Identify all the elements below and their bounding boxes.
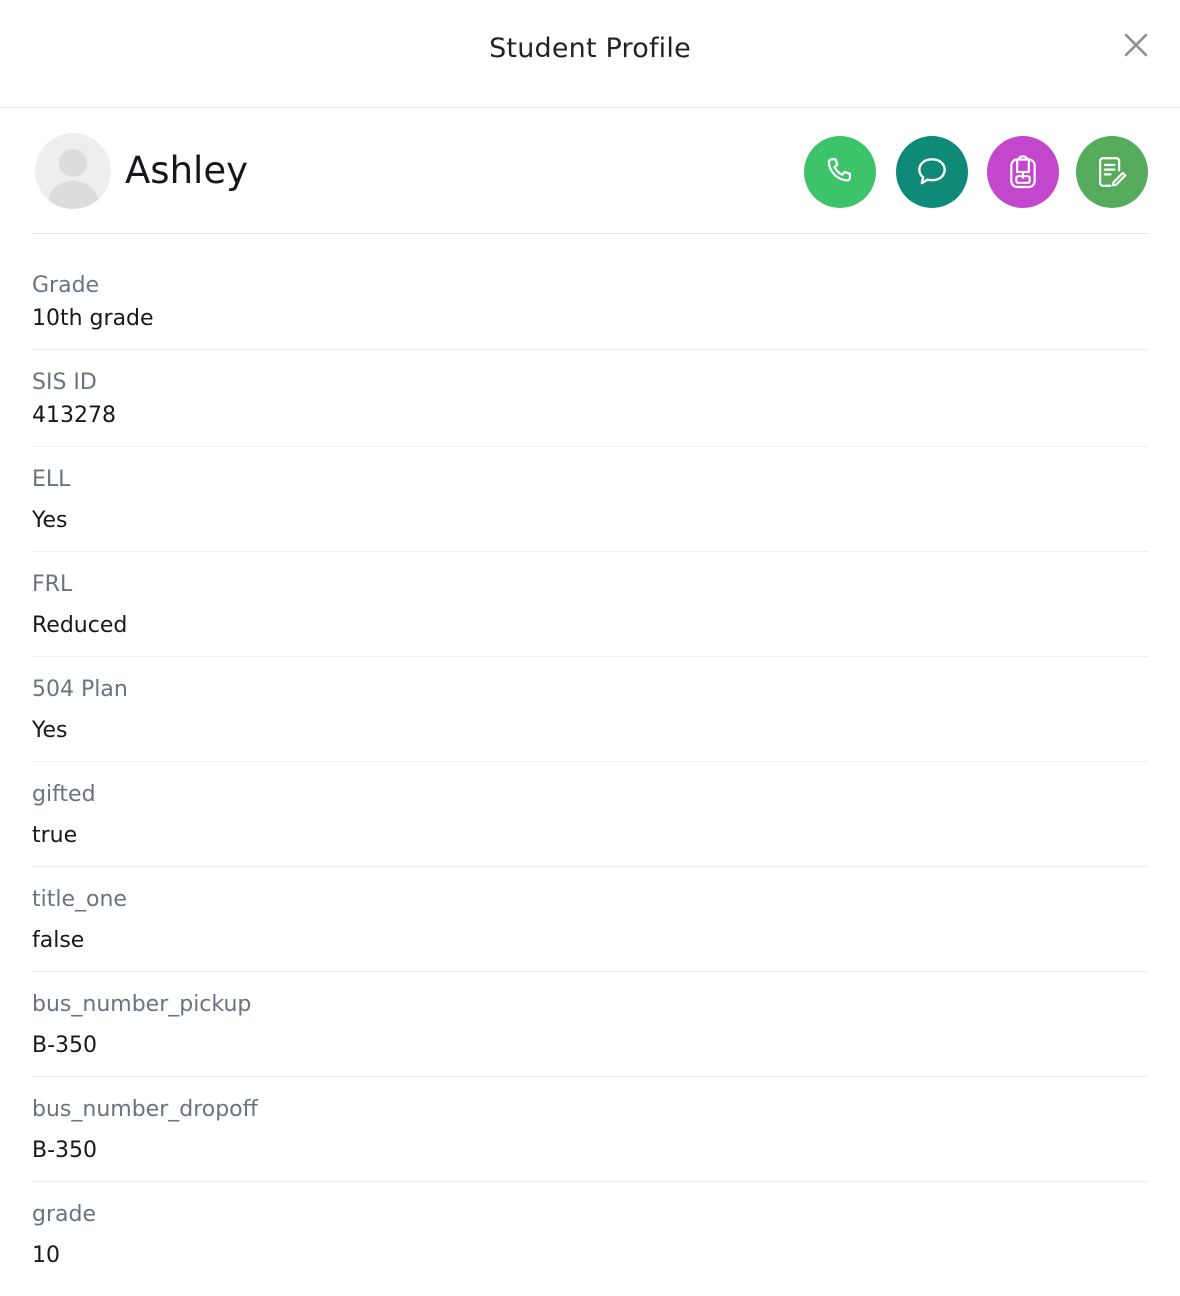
field-label: 504 Plan	[32, 677, 128, 702]
field-label: ELL	[32, 467, 71, 492]
field-label: FRL	[32, 572, 73, 597]
avatar	[35, 133, 111, 209]
close-button[interactable]	[1118, 27, 1154, 63]
note-edit-icon	[1099, 157, 1127, 187]
student-profile-modal: Student Profile Ashley Grade 10th grade …	[0, 0, 1180, 1296]
field-value: 413278	[32, 403, 116, 428]
field-label: SIS ID	[32, 370, 97, 395]
modal-title: Student Profile	[489, 33, 691, 64]
field-value: Reduced	[32, 613, 128, 638]
field-sis-id: SIS ID 413278	[32, 350, 1148, 447]
field-label: gifted	[32, 782, 96, 807]
field-value: B-350	[32, 1138, 98, 1163]
field-504-plan: 504 Plan Yes	[32, 657, 1148, 762]
field-value: 10	[32, 1243, 60, 1268]
notes-button[interactable]	[1076, 136, 1148, 208]
field-value: Yes	[32, 718, 68, 743]
field-value: B-350	[32, 1033, 98, 1058]
field-bus-number-pickup: bus_number_pickup B-350	[32, 972, 1148, 1077]
person-silhouette-icon	[47, 149, 99, 209]
chat-bubble-icon	[918, 158, 946, 185]
modal-header: Student Profile	[0, 0, 1180, 108]
field-ell: ELL Yes	[32, 447, 1148, 552]
field-label: Grade	[32, 273, 100, 298]
student-summary: Ashley	[32, 107, 1148, 234]
field-label: bus_number_dropoff	[32, 1097, 258, 1122]
field-grade: Grade 10th grade	[32, 234, 1148, 350]
message-button[interactable]	[896, 136, 968, 208]
field-gifted: gifted true	[32, 762, 1148, 867]
field-value: 10th grade	[32, 306, 154, 331]
field-label: bus_number_pickup	[32, 992, 252, 1017]
close-icon	[1124, 33, 1148, 57]
field-label: grade	[32, 1202, 96, 1227]
field-value: false	[32, 928, 85, 953]
student-name: Ashley	[125, 149, 248, 192]
field-grade-number: grade 10	[32, 1182, 1148, 1286]
field-label: title_one	[32, 887, 127, 912]
phone-icon	[827, 158, 852, 182]
call-button[interactable]	[804, 136, 876, 208]
backpack-icon	[1010, 155, 1036, 189]
field-title-one: title_one false	[32, 867, 1148, 972]
field-value: Yes	[32, 508, 68, 533]
backpack-button[interactable]	[987, 136, 1059, 208]
field-value: true	[32, 823, 78, 848]
field-frl: FRL Reduced	[32, 552, 1148, 657]
field-bus-number-dropoff: bus_number_dropoff B-350	[32, 1077, 1148, 1182]
